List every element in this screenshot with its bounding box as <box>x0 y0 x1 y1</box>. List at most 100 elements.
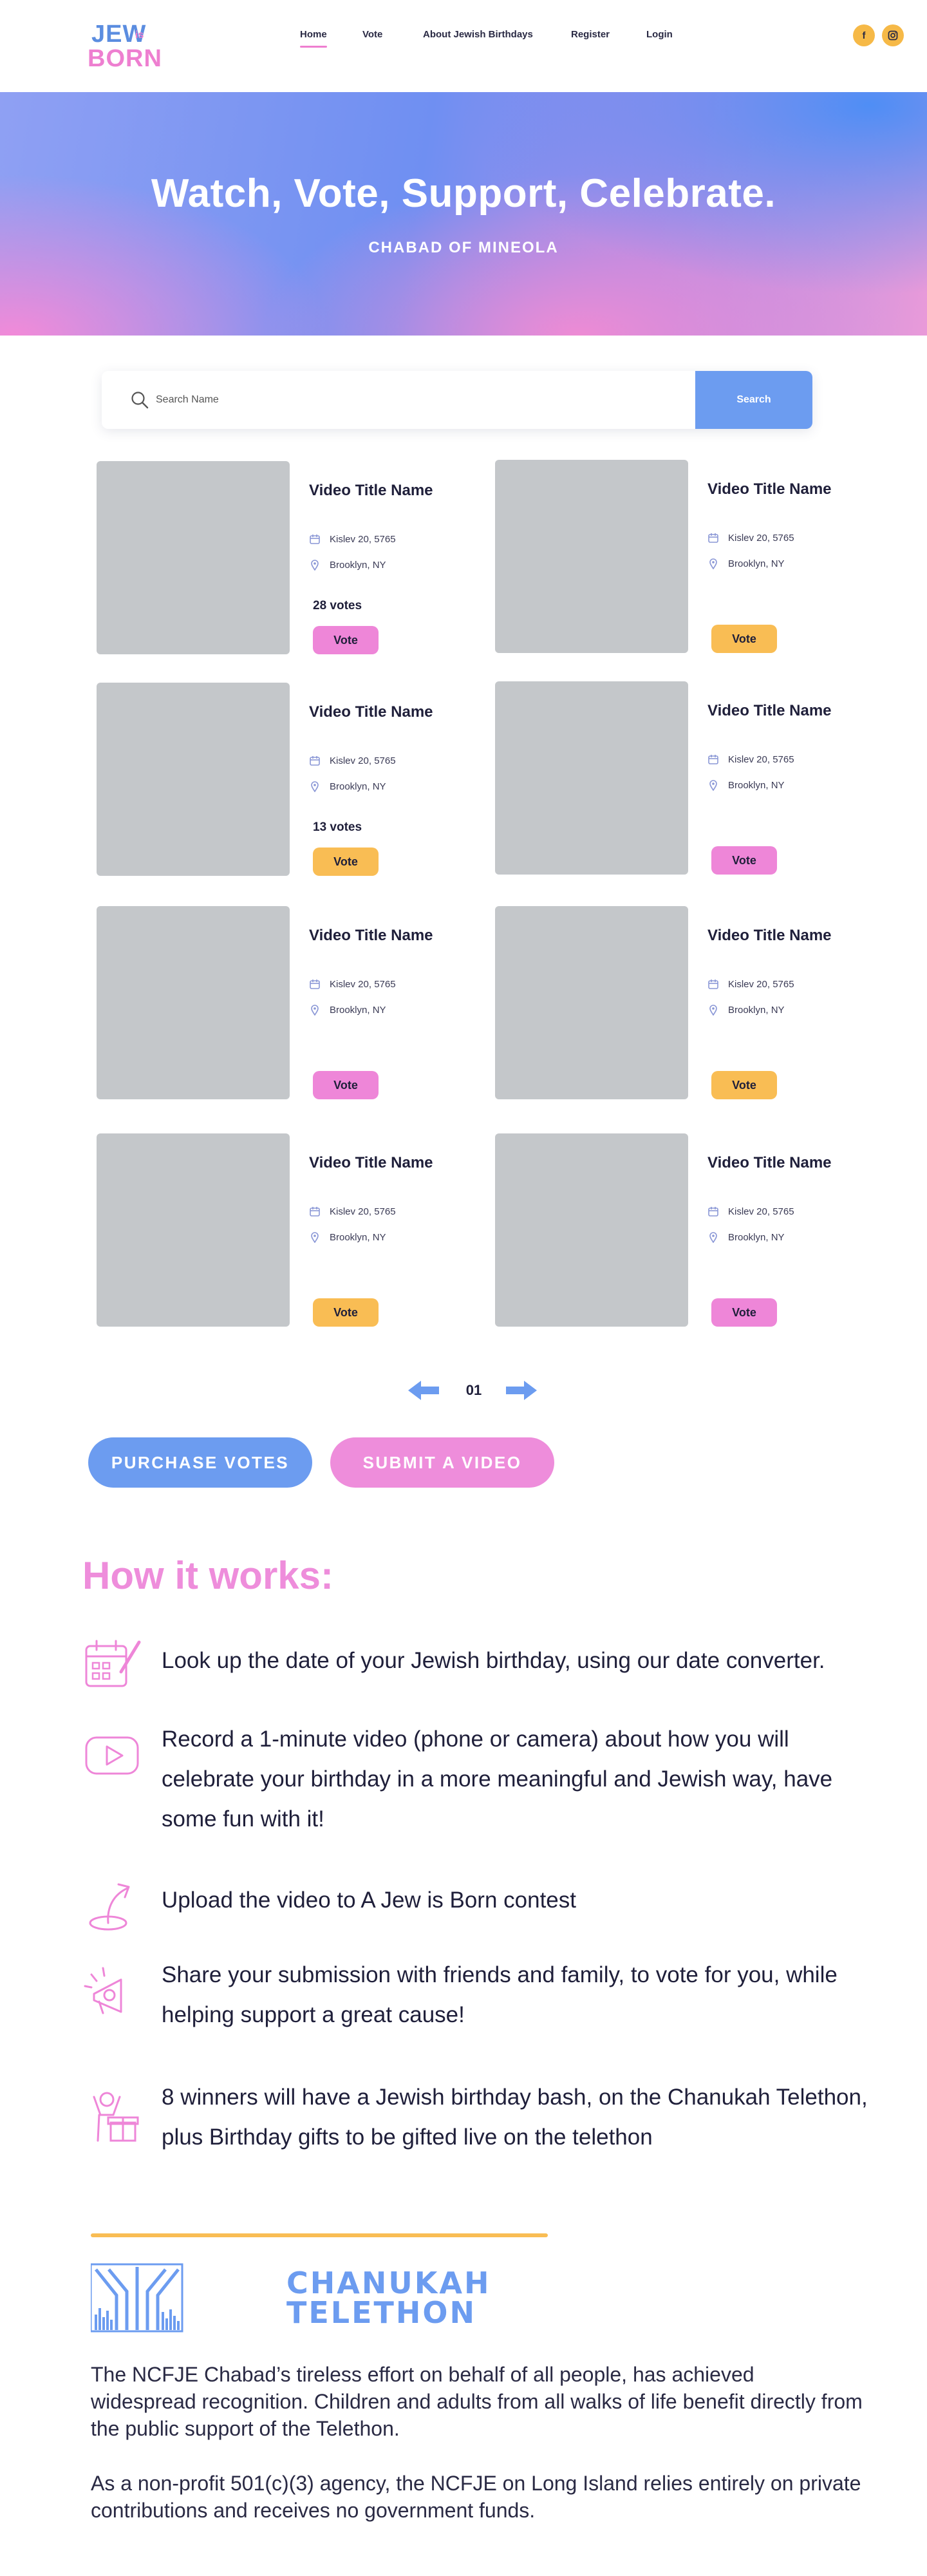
step-text: 8 winners will have a Jewish birthday ba… <box>162 2085 868 2150</box>
calendar-small-icon <box>708 980 718 989</box>
vote-count: 13 votes <box>313 820 362 834</box>
vote-button[interactable]: Vote <box>313 626 379 654</box>
video-location: Brooklyn, NY <box>707 779 785 791</box>
location-pin-icon <box>709 558 717 569</box>
instagram-icon[interactable] <box>882 24 904 46</box>
upload-icon <box>89 1883 130 1931</box>
vote-button[interactable]: Vote <box>313 848 379 876</box>
video-date-text: Kislev 20, 5765 <box>728 1206 794 1217</box>
video-title[interactable]: Video Title Name <box>309 924 438 947</box>
video-date-text: Kislev 20, 5765 <box>728 978 794 990</box>
video-title[interactable]: Video Title Name <box>309 479 438 502</box>
video-title[interactable]: Video Title Name <box>707 699 836 723</box>
video-title[interactable]: Video Title Name <box>309 1151 438 1175</box>
calendar-small-icon <box>310 535 320 544</box>
telethon-divider <box>91 2233 548 2237</box>
step-text: Upload the video to A Jew is Born contes… <box>162 1888 576 1913</box>
calendar-small-icon <box>708 1207 718 1217</box>
location-pin-icon <box>311 1232 319 1243</box>
video-thumbnail[interactable] <box>495 1133 688 1327</box>
video-location: Brooklyn, NY <box>707 1231 785 1243</box>
vote-button[interactable]: Vote <box>313 1071 379 1099</box>
location-pin-icon <box>709 1005 717 1016</box>
search-icon <box>131 392 149 409</box>
video-location-text: Brooklyn, NY <box>728 779 785 791</box>
how-it-works-title: How it works: <box>82 1554 334 1597</box>
video-thumbnail[interactable] <box>97 906 290 1099</box>
video-thumbnail[interactable] <box>495 681 688 875</box>
hero-subtitle: CHABAD OF MINEOLA <box>368 239 559 256</box>
vote-button[interactable]: Vote <box>711 1298 777 1327</box>
video-date: Kislev 20, 5765 <box>707 753 794 765</box>
video-card: Video Title Name Kislev 20, 5765 Brooklyn,… <box>495 1133 856 1327</box>
chanukah-telethon-logo[interactable]: CHANUKAH TELETHON <box>89 2263 489 2333</box>
current-page-number[interactable]: 01 <box>457 1379 491 1401</box>
video-location-text: Brooklyn, NY <box>330 559 386 571</box>
video-date: Kislev 20, 5765 <box>309 533 396 545</box>
video-card: Video Title Name Kislev 20, 5765 Brooklyn,… <box>97 906 457 1099</box>
vote-button[interactable]: Vote <box>711 846 777 875</box>
calendar-small-icon <box>708 755 718 764</box>
video-date: Kislev 20, 5765 <box>707 532 794 544</box>
submit-video-button[interactable]: SUBMIT A VIDEO <box>330 1437 554 1488</box>
telethon-logo-line1: CHANUKAH <box>286 2266 491 2300</box>
video-title[interactable]: Video Title Name <box>707 478 836 501</box>
location-pin-icon <box>311 781 319 792</box>
video-location-text: Brooklyn, NY <box>728 1004 785 1016</box>
location-pin-icon <box>709 780 717 791</box>
telethon-paragraph-1: The NCFJE Chabad’s tireless effort on be… <box>91 2363 863 2440</box>
calendar-small-icon <box>708 533 718 543</box>
nav-home[interactable]: Home <box>300 29 327 48</box>
video-date-text: Kislev 20, 5765 <box>330 978 396 990</box>
video-title[interactable]: Video Title Name <box>707 924 836 947</box>
video-date-text: Kislev 20, 5765 <box>330 533 396 545</box>
video-location: Brooklyn, NY <box>309 1004 386 1016</box>
video-card: Video Title Name Kislev 20, 5765 Brooklyn,… <box>97 683 457 876</box>
video-card: Video Title Name Kislev 20, 5765 Brooklyn,… <box>97 1133 457 1327</box>
video-date-text: Kislev 20, 5765 <box>330 755 396 766</box>
video-thumbnail[interactable] <box>97 1133 290 1327</box>
calendar-small-icon <box>310 756 320 766</box>
video-location-text: Brooklyn, NY <box>330 1231 386 1243</box>
video-date: Kislev 20, 5765 <box>309 1206 396 1217</box>
video-thumbnail[interactable] <box>97 461 290 654</box>
video-date: Kislev 20, 5765 <box>309 755 396 766</box>
jew-is-born-logo[interactable]: JEW is BORN <box>88 19 162 76</box>
calendar-icon <box>85 1640 141 1687</box>
video-location-text: Brooklyn, NY <box>330 1004 386 1016</box>
video-thumbnail[interactable] <box>495 906 688 1099</box>
purchase-votes-button[interactable]: PURCHASE VOTES <box>88 1437 312 1488</box>
nav-register[interactable]: Register <box>571 29 610 44</box>
vote-button[interactable]: Vote <box>711 1071 777 1099</box>
telethon-logo-line2: TELETHON <box>286 2295 477 2330</box>
facebook-icon[interactable]: f <box>853 24 875 46</box>
video-location-text: Brooklyn, NY <box>728 558 785 569</box>
video-title[interactable]: Video Title Name <box>309 701 438 724</box>
winner-gift-icon <box>93 2092 139 2142</box>
video-location: Brooklyn, NY <box>707 558 785 569</box>
vote-count: 28 votes <box>313 599 362 612</box>
calendar-small-icon <box>310 980 320 989</box>
video-title[interactable]: Video Title Name <box>707 1151 836 1175</box>
step-text: Share your submission with friends and f… <box>162 1962 838 2027</box>
search-input[interactable] <box>156 388 606 412</box>
video-thumbnail[interactable] <box>97 683 290 876</box>
video-date: Kislev 20, 5765 <box>309 978 396 990</box>
nav-about-jewish-birthdays[interactable]: About Jewish Birthdays <box>423 29 533 44</box>
vote-button[interactable]: Vote <box>313 1298 379 1327</box>
telethon-paragraph-2: As a non-profit 501(c)(3) agency, the NC… <box>91 2472 861 2522</box>
search-button[interactable]: Search <box>695 371 812 429</box>
video-location: Brooklyn, NY <box>309 781 386 792</box>
video-location: Brooklyn, NY <box>707 1004 785 1016</box>
calendar-small-icon <box>310 1207 320 1217</box>
video-location-text: Brooklyn, NY <box>728 1231 785 1243</box>
nav-login[interactable]: Login <box>646 29 673 44</box>
menorah-icon <box>89 2263 183 2333</box>
next-page-arrow-icon[interactable] <box>506 1379 537 1401</box>
search-bar: Search <box>102 371 812 429</box>
prev-page-arrow-icon[interactable] <box>408 1379 439 1401</box>
nav-vote[interactable]: Vote <box>362 29 382 44</box>
vote-button[interactable]: Vote <box>711 625 777 653</box>
video-thumbnail[interactable] <box>495 460 688 653</box>
video-date-text: Kislev 20, 5765 <box>728 753 794 765</box>
